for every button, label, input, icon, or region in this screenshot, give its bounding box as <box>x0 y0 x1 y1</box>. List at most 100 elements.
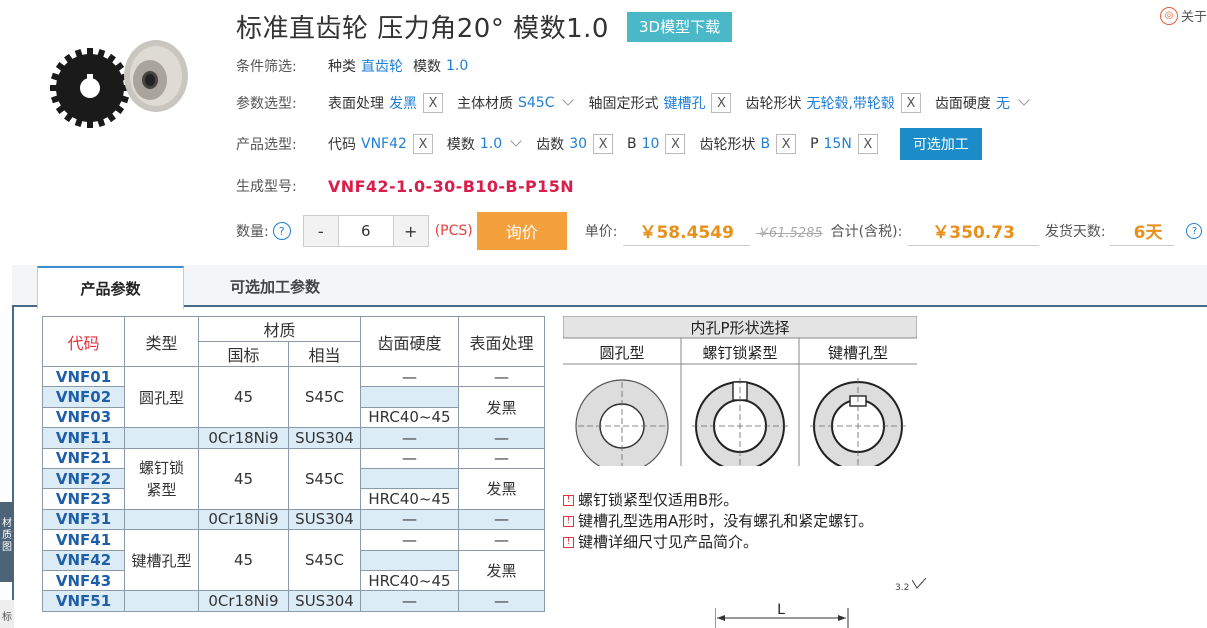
table-row: VNF23 <box>42 488 125 510</box>
model-row: 生成型号: VNF42-1.0-30-B10-B-P15N <box>236 176 574 196</box>
hardness-cell: — <box>360 508 459 531</box>
params-label: 参数选型: <box>236 96 297 112</box>
param-key: 齿面硬度 <box>934 96 991 112</box>
tab-product-params[interactable]: 产品参数 <box>37 266 184 309</box>
hardness-cell: HRC40~45 <box>360 406 459 429</box>
qty-label: 数量: <box>236 224 269 240</box>
surface-cell: — <box>458 447 545 469</box>
remove-shaft-button[interactable]: X <box>711 93 732 113</box>
product-value-module[interactable]: 1.0 <box>480 136 502 152</box>
header-hardness: 齿面硬度 <box>360 316 459 367</box>
product-value-teeth[interactable]: 30 <box>569 136 587 152</box>
param-value-surface[interactable]: 发黑 <box>389 93 417 113</box>
help-icon[interactable]: ? <box>1186 223 1203 239</box>
hardness-cell <box>360 549 459 571</box>
param-key: 表面处理 <box>328 96 384 112</box>
bore-shape-panel: 内孔P形状选择 圆孔型 螺钉锁紧型 键槽孔型 <box>562 315 918 474</box>
bore-shape-diagram: 内孔P形状选择 圆孔型 螺钉锁紧型 键槽孔型 <box>562 315 918 474</box>
table-row: VNF51 <box>42 590 125 612</box>
type-cell: 圆孔型 <box>124 365 199 429</box>
about-link[interactable]: ◎ 关于 <box>1160 6 1207 25</box>
side-tab-material[interactable]: 材质图 <box>0 502 14 582</box>
table-row: VNF01 <box>42 365 125 388</box>
tag-icon: ◎ <box>1160 6 1178 25</box>
note-item: ! 键槽详细尺寸见产品简介。 <box>563 532 873 553</box>
help-icon[interactable]: ? <box>272 222 291 240</box>
material-std: 0Cr18Ni9 <box>198 590 289 612</box>
product-image <box>48 36 198 136</box>
note-text: 键槽详细尺寸见产品简介。 <box>578 533 759 551</box>
chevron-down-icon[interactable] <box>562 94 575 106</box>
model-number: VNF42-1.0-30-B10-B-P15N <box>328 176 575 196</box>
table-row: VNF22 <box>42 467 125 490</box>
remove-teeth-button[interactable]: X <box>593 134 614 154</box>
product-value-code[interactable]: VNF42 <box>361 136 407 152</box>
param-key: 主体材质 <box>457 96 513 112</box>
surface-cell: — <box>458 365 545 388</box>
param-value-shaft[interactable]: 键槽孔 <box>663 93 705 113</box>
surface-cell: — <box>458 427 545 449</box>
product-value-b[interactable]: 10 <box>642 136 660 152</box>
tab-bar: 产品参数 可选加工参数 <box>12 265 1207 309</box>
header-surface: 表面处理 <box>458 316 545 367</box>
type-cell <box>124 590 199 612</box>
product-value-p[interactable]: 15N <box>824 136 852 152</box>
table-row: VNF42 <box>42 549 125 571</box>
ship-days-label: 发货天数: <box>1044 224 1106 240</box>
param-value-hardness[interactable]: 无 <box>996 93 1010 113</box>
roughness-value: 3.2 <box>895 583 910 593</box>
product-label: 产品选型: <box>236 137 297 153</box>
header-material: 材质 <box>198 316 361 342</box>
header-eq: 相当 <box>288 341 361 367</box>
product-key: 齿轮形状 <box>699 137 756 153</box>
surface-cell: 发黑 <box>458 467 545 510</box>
roughness-icon <box>911 577 927 589</box>
quantity-stepper: - 6 + <box>302 215 429 247</box>
note-item: ! 键槽孔型选用A形时，没有螺孔和紧定螺钉。 <box>563 511 873 532</box>
shape-col-key: 键槽孔型 <box>828 344 888 362</box>
surface-cell: 发黑 <box>458 386 545 429</box>
condition-value-module[interactable]: 1.0 <box>446 58 468 74</box>
optional-processing-button[interactable]: 可选加工 <box>899 128 982 160</box>
surface-cell: — <box>458 590 545 612</box>
material-eq: SUS304 <box>288 427 361 449</box>
tab-optional-params[interactable]: 可选加工参数 <box>184 266 366 307</box>
hardness-cell <box>360 386 459 408</box>
material-std: 45 <box>198 447 289 510</box>
hardness-cell: — <box>360 447 459 469</box>
shape-panel-title: 内孔P形状选择 <box>690 319 789 337</box>
remove-code-button[interactable]: X <box>412 134 433 154</box>
side-tab-other[interactable]: 标 <box>0 600 14 628</box>
product-key: 代码 <box>328 137 356 153</box>
round-bore-icon <box>575 379 669 473</box>
param-value-shape[interactable]: 无轮毂,带轮毂 <box>806 93 894 113</box>
chevron-down-icon[interactable] <box>510 135 522 147</box>
unit-price-label: 单价: <box>584 224 618 240</box>
table-row: VNF11 <box>42 427 125 449</box>
remove-b-button[interactable]: X <box>665 134 686 154</box>
header-type: 类型 <box>124 316 199 367</box>
conditions-label: 条件筛选: <box>236 59 297 75</box>
page-title: 标准直齿轮 压力角20° 模数1.0 <box>236 14 609 44</box>
decrement-button[interactable]: - <box>303 216 338 246</box>
table-row: VNF21 <box>42 447 125 469</box>
quantity-input[interactable]: 6 <box>337 216 394 246</box>
remove-shape-button[interactable]: X <box>900 93 921 113</box>
material-std: 45 <box>198 529 289 592</box>
download-3d-button[interactable]: 3D模型下载 <box>626 11 733 42</box>
remove-shape-button[interactable]: X <box>776 134 797 154</box>
surface-cell: — <box>458 508 545 531</box>
chevron-down-icon[interactable] <box>1018 94 1030 106</box>
notes: ! 螺钉锁紧型仅适用B形。 ! 键槽孔型选用A形时，没有螺孔和紧定螺钉。 ! 键槽详细… <box>563 490 873 553</box>
remove-p-button[interactable]: X <box>857 134 878 154</box>
increment-button[interactable]: + <box>393 216 428 246</box>
product-key: 模数 <box>446 137 475 153</box>
param-value-material[interactable]: S45C <box>518 95 554 111</box>
product-value-shape[interactable]: B <box>760 136 770 152</box>
param-key: 轴固定形式 <box>588 96 659 112</box>
type-cell: 螺钉锁紧型 <box>124 447 199 510</box>
remove-surface-button[interactable]: X <box>423 93 443 113</box>
condition-value-type[interactable]: 直齿轮 <box>361 56 403 76</box>
inquire-button[interactable]: 询价 <box>476 212 567 250</box>
shape-col-round: 圆孔型 <box>599 344 644 362</box>
